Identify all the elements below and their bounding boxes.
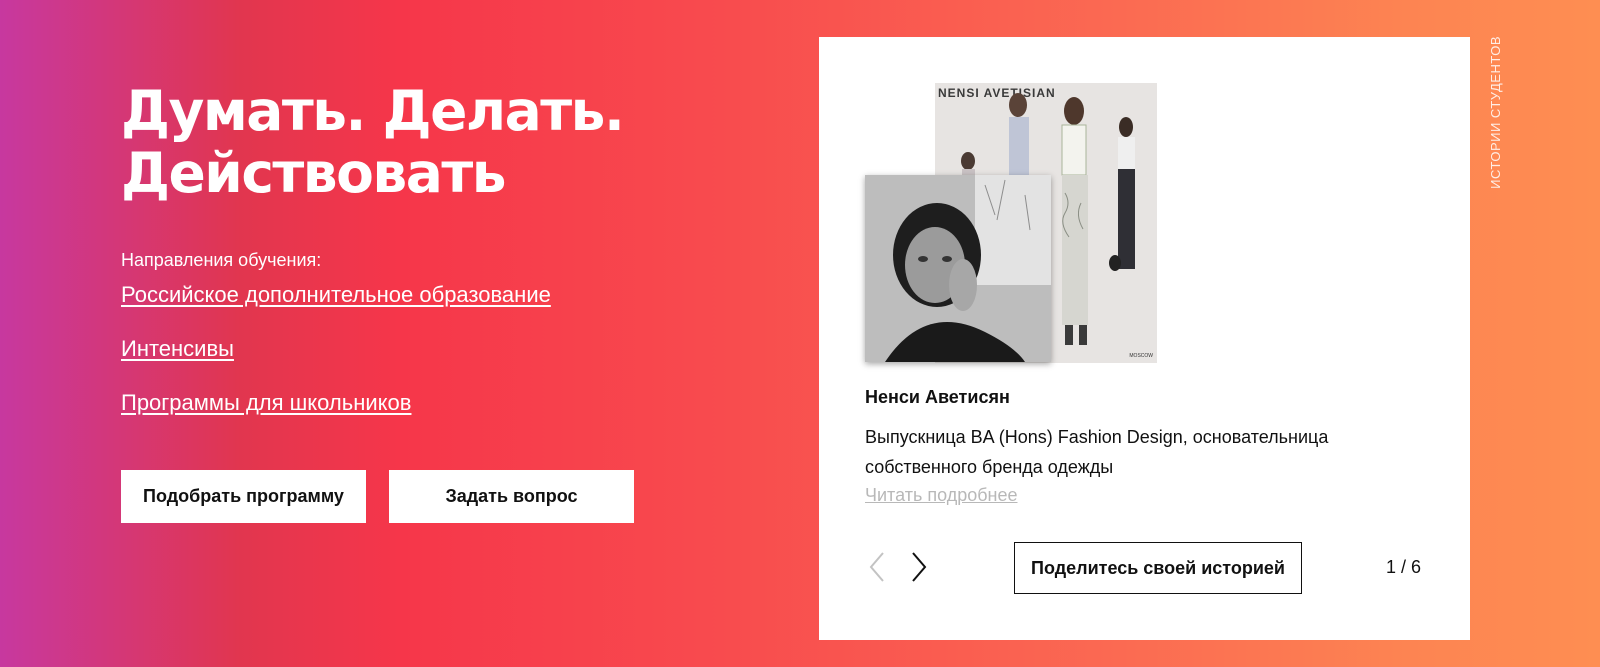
directions-label: Направления обучения: bbox=[121, 250, 322, 270]
read-more-link[interactable]: Читать подробнее bbox=[865, 485, 1018, 506]
student-description: Выпускница BA (Hons) Fashion Design, осн… bbox=[865, 427, 1329, 477]
ask-question-button[interactable]: Задать вопрос bbox=[389, 470, 634, 523]
link-russian-additional-education[interactable]: Российское дополнительное образование bbox=[121, 282, 551, 308]
chevron-left-icon[interactable] bbox=[865, 550, 889, 584]
page-title: Думать. Делать. Действовать bbox=[121, 79, 625, 205]
moscow-text: MOSCOW bbox=[1129, 353, 1153, 359]
slide-counter: 1 / 6 bbox=[1386, 557, 1422, 577]
chevron-right-icon[interactable] bbox=[907, 550, 931, 584]
link-school-programs[interactable]: Программы для школьников bbox=[121, 390, 411, 416]
student-stories-side-label: ИСТОРИИ СТУДЕНТОВ bbox=[1486, 36, 1504, 206]
title-line-2: Действовать bbox=[121, 141, 506, 205]
pick-program-button[interactable]: Подобрать программу bbox=[121, 470, 366, 523]
link-intensives[interactable]: Интенсивы bbox=[121, 336, 234, 362]
share-story-button[interactable]: Поделитесь своей историей bbox=[1014, 542, 1302, 594]
title-line-1: Думать. Делать. bbox=[121, 79, 625, 143]
student-story-card: NENSI AVETISIAN MOSCOW Ненси Аветисян Вы… bbox=[819, 37, 1470, 640]
student-portrait-photo bbox=[865, 175, 1051, 362]
portrait-figure bbox=[865, 175, 1051, 362]
story-photo-collage: NENSI AVETISIAN MOSCOW bbox=[865, 83, 1157, 363]
student-name: Ненси Аветисян bbox=[865, 387, 1010, 407]
side-label-text: ИСТОРИИ СТУДЕНТОВ bbox=[1487, 36, 1503, 189]
